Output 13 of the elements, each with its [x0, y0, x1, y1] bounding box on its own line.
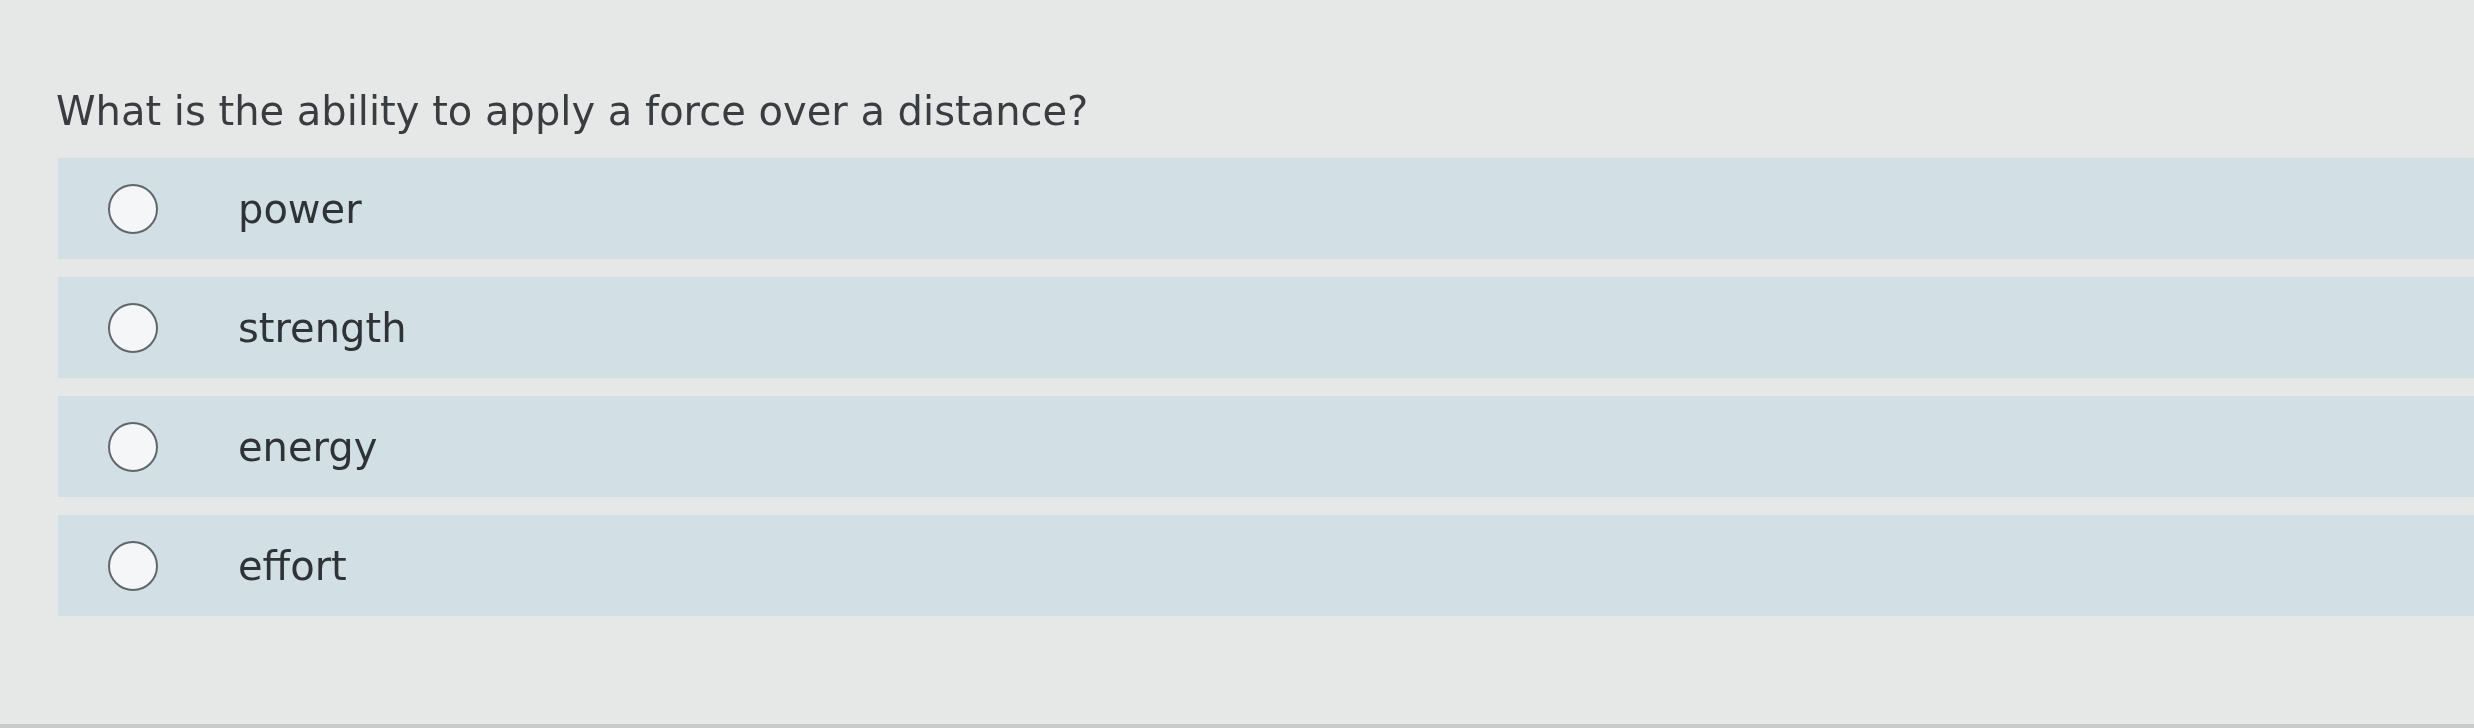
- option-label: energy: [238, 423, 378, 470]
- radio-button[interactable]: [108, 421, 158, 472]
- answer-option[interactable]: strength: [58, 277, 2474, 378]
- question-text: What is the ability to apply a force over a distance?: [56, 88, 1090, 136]
- option-label: strength: [238, 304, 407, 351]
- radio-button[interactable]: [108, 540, 158, 591]
- answer-option[interactable]: effort: [58, 515, 2474, 616]
- radio-button[interactable]: [108, 302, 158, 353]
- answer-option[interactable]: power: [58, 158, 2474, 259]
- radio-button[interactable]: [108, 183, 158, 234]
- option-label: effort: [238, 542, 347, 589]
- option-label: power: [238, 185, 362, 232]
- answer-option[interactable]: energy: [58, 396, 2474, 497]
